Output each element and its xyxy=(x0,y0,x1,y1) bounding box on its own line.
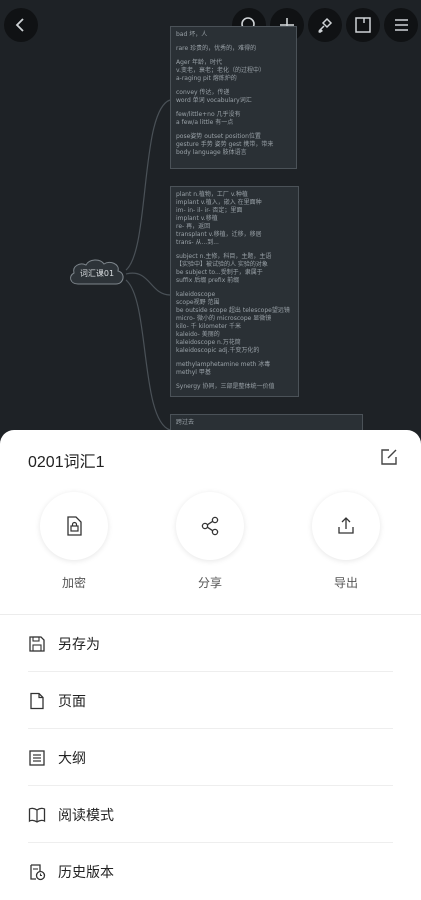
outline-icon xyxy=(29,749,45,766)
menu-item-outline[interactable]: 大纲 xyxy=(0,729,421,786)
node-text-line: plant n.植物，工厂 v.种植 xyxy=(176,191,248,198)
export-action[interactable]: 导出 xyxy=(311,492,381,591)
encrypt-label: 加密 xyxy=(61,576,86,590)
encrypt-action[interactable]: 加密 xyxy=(39,492,109,591)
menu-item-history[interactable]: 历史版本 xyxy=(0,843,421,900)
export-label: 导出 xyxy=(333,576,358,590)
node-text-line: convey 传达，传递 xyxy=(176,89,230,96)
node-text-line: Ager 年龄，时代 xyxy=(176,59,222,66)
node-text-line: micro- 微小的 microscope 显微镜 xyxy=(176,315,272,322)
share-icon xyxy=(201,516,219,536)
node-text-line: Synergy 协同，三部是整体统一价值 xyxy=(176,383,275,390)
node-text-line: re- 再，返回 xyxy=(176,223,211,230)
central-topic-node[interactable]: 词汇课01 xyxy=(66,256,128,292)
node-text-line: be outside scope 超出 telescope望远镜 xyxy=(176,307,290,314)
menu-item-label: 历史版本 xyxy=(58,864,114,881)
node-text-line: body language 肢体语言 xyxy=(176,149,247,156)
menu-item-label: 另存为 xyxy=(58,636,100,653)
node-text-line: kaleidoscopic adj.千变万化的 xyxy=(176,347,260,354)
node-text-line: gesture 手势 姿势 gest 携带，带来 xyxy=(176,141,274,148)
history-icon xyxy=(30,863,46,880)
node-text-line: a few/a little 有一点 xyxy=(176,119,234,126)
node-text-line: im- in- il- ir- 否定；里面 xyxy=(176,207,243,214)
mindmap-canvas[interactable]: 词汇课01 bad 坏，人 rare 珍贵的，优秀的，难得的 Ager 年龄，时代 v… xyxy=(0,0,421,470)
menu-item-save-as[interactable]: 另存为 xyxy=(0,615,421,672)
node-text-line: v.变老，衰老；老化（的过程中） xyxy=(176,67,265,74)
node-text-line: implant v.移植 xyxy=(176,215,218,222)
lock-doc-icon xyxy=(67,516,82,536)
node-text-line: word 单词 vocabulary词汇 xyxy=(176,97,252,104)
node-text-line: pose姿势 outset position位置 xyxy=(176,133,261,140)
node-text-line: implant v.植入，嵌入 在里面种 xyxy=(176,199,262,206)
node-text-line: kaleidoscope xyxy=(176,291,216,298)
node-text-line: scope视野 范围 xyxy=(176,299,220,306)
share-action[interactable]: 分享 xyxy=(175,492,245,591)
node-text-line: bad 坏，人 xyxy=(176,31,208,38)
node-text-line: methyl 甲基 xyxy=(176,369,211,376)
options-menu: 另存为 页面 大纲 阅读模式 历史版本 xyxy=(0,615,421,900)
node-text-line: suffix 后缀 prefix 前缀 xyxy=(176,277,240,284)
menu-item-label: 大纲 xyxy=(58,750,86,767)
subtopic-node-2[interactable]: plant n.植物，工厂 v.种植 implant v.植入，嵌入 在里面种 im… xyxy=(170,186,299,397)
export-icon xyxy=(338,517,354,534)
node-text-line: few/little+no 几乎没有 xyxy=(176,111,241,118)
node-text-line: 【实验中】被试验的人 实验的对象 xyxy=(176,261,268,268)
node-text-line: be subject to...受制于，隶属于 xyxy=(176,269,263,276)
menu-item-label: 阅读模式 xyxy=(58,807,114,824)
book-icon xyxy=(28,807,46,823)
share-label: 分享 xyxy=(197,576,222,590)
node-text-line: methylamphetamine meth 冰毒 xyxy=(176,361,271,368)
file-title: 0201词汇1 xyxy=(28,454,105,471)
node-text-line: kaleido- 美丽的 xyxy=(176,331,220,338)
edit-icon xyxy=(381,449,397,465)
node-text-line: kilo- 千 kilometer 千米 xyxy=(176,323,242,330)
node-text-line: subject n.主修，科目，主题，主语 xyxy=(176,253,272,260)
save-as-icon xyxy=(29,635,45,652)
subtopic-node-1[interactable]: bad 坏，人 rare 珍贵的，优秀的，难得的 Ager 年龄，时代 v.变老，衰老… xyxy=(170,26,297,169)
node-text-line: kaleidoscope n.万花筒 xyxy=(176,339,241,346)
node-text-line: trans- 从...到... xyxy=(176,239,219,246)
menu-item-reading-mode[interactable]: 阅读模式 xyxy=(0,786,421,843)
node-text-line: transplant v.移植，迁移，移居 xyxy=(176,231,262,238)
node-text-line: rare 珍贵的，优秀的，难得的 xyxy=(176,45,257,52)
node-text-line: a-raging pit 熔炼炉的 xyxy=(176,75,237,82)
menu-item-page[interactable]: 页面 xyxy=(0,672,421,729)
menu-item-label: 页面 xyxy=(58,693,86,710)
file-options-sheet: 0201词汇1 加密 分享 导出 另存为 页面 大纲 阅读模式 历史版本 xyxy=(0,430,421,900)
rename-button[interactable] xyxy=(380,448,398,466)
central-topic-label: 词汇课01 xyxy=(79,269,115,278)
page-icon xyxy=(30,692,44,709)
node-text-line: 跨过去 xyxy=(176,419,195,426)
